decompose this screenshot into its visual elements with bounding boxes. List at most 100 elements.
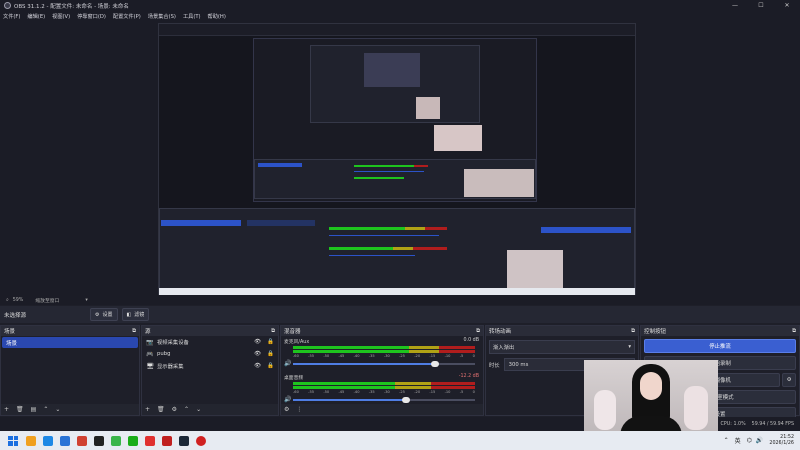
virtual-camera-settings-icon[interactable]: ⚙ [782,373,796,387]
lock-icon[interactable]: 🔒 [267,339,274,345]
lock-icon[interactable]: 🔒 [267,363,274,369]
gamepad-icon: 🎮 [146,350,154,358]
app-icon[interactable] [145,435,155,446]
edge-icon[interactable] [43,435,53,446]
preview-status: ⌕ 59% 缩放至窗口 ▾ [0,295,800,305]
menu-tools[interactable]: 工具(T) [183,13,201,20]
channel-name: 桌面音频 [284,376,304,381]
scenes-dock: 场景 ⧉ 场景 + 🗑 ▤ ⌃ ⌄ [0,325,140,416]
undock-icon[interactable]: ⧉ [132,328,136,335]
camera-icon: 📷 [146,338,154,346]
transition-select[interactable]: 渐入渐出 ▾ [489,340,635,354]
mixer-title: 混音器 [284,329,301,335]
volume-meter [293,346,475,349]
source-properties-icon[interactable]: ⚙ [172,406,177,413]
volume-meter [293,350,475,353]
volume-slider[interactable] [293,361,475,367]
channel-db: 0.0 dB [463,338,480,343]
move-up-icon[interactable]: ⌃ [43,406,48,413]
mixer-menu-icon[interactable]: ⋮ [296,406,302,413]
source-toolbar: 未选择源 ⚙ 设置 ◧ 滤镜 [0,306,800,323]
source-item-camera[interactable]: 📷 视频采集设备 👁 🔒 [142,336,278,348]
windows-taskbar: ⌃ 英 ⌬ 🔊 21:52 2026/1/26 [0,431,800,450]
advanced-audio-icon[interactable]: ⚙ [284,406,289,413]
preview-screen-capture [158,23,636,298]
start-icon[interactable] [8,435,18,446]
sources-title: 源 [145,329,151,335]
menu-docks[interactable]: 停靠窗口(D) [77,13,106,20]
app-icon[interactable] [94,435,104,446]
undock-icon[interactable]: ⧉ [792,328,796,335]
zoom-icon[interactable]: ⌕ [6,297,9,303]
fps-readout: 59.94 / 59.94 FPS [751,421,794,427]
move-down-icon[interactable]: ⌄ [196,406,201,413]
chevron-down-icon: ▾ [628,344,631,350]
volume-slider[interactable] [293,397,475,403]
properties-button[interactable]: ⚙ 设置 [90,308,118,321]
file-explorer-icon[interactable] [26,435,36,446]
scene-filters-icon[interactable]: ▤ [31,406,37,413]
channel-db: -12.2 dB [458,374,479,379]
menu-edit[interactable]: 编辑(E) [27,13,45,20]
speaker-icon[interactable]: 🔊 [284,396,291,403]
meter-scale: -60 -55 -50 -45 -40 -35 -30 -25 -20 -15 -10 -5 0 [293,354,475,358]
preview-canvas[interactable] [0,21,800,298]
eye-icon[interactable]: 👁 [254,339,261,345]
menu-file[interactable]: 文件(F) [3,13,20,20]
undock-icon[interactable]: ⧉ [476,328,480,335]
scene-item[interactable]: 场景 [2,337,138,348]
menu-help[interactable]: 帮助(H) [208,13,226,20]
sources-dock: 源 ⧉ 📷 视频采集设备 👁 🔒 🎮 pubg 👁 🔒 🖥 显示器采集 👁 🔒 + 🗑 … [141,325,279,416]
obs-logo-icon [4,2,11,9]
title-bar: OBS 31.1.2 - 配置文件: 未命名 - 场景: 未命名 — ☐ ✕ [0,0,800,11]
store-icon[interactable] [60,435,70,446]
volume-meter [293,386,475,389]
controls-title: 控制按钮 [644,329,667,335]
speaker-icon[interactable]: 🔊 [284,360,291,367]
eye-icon[interactable]: 👁 [254,363,261,369]
maximize-button[interactable]: ☐ [748,0,774,11]
netease-music-icon[interactable] [162,435,172,446]
volume-icon[interactable]: 🔊 [756,437,763,444]
filters-button[interactable]: ◧ 滤镜 [121,308,150,321]
menu-profile[interactable]: 配置文件(P) [113,13,141,20]
ime-indicator[interactable]: 英 [735,436,741,445]
lock-icon[interactable]: 🔒 [267,351,274,357]
source-item-pubg[interactable]: 🎮 pubg 👁 🔒 [142,348,278,360]
menu-scene-collection[interactable]: 场景集合(S) [148,13,176,20]
close-button[interactable]: ✕ [774,0,800,11]
meter-scale: -60 -55 -50 -45 -40 -35 -30 -25 -20 -15 -10 -5 0 [293,390,475,394]
minimize-button[interactable]: — [722,0,748,11]
window-title: OBS 31.1.2 - 配置文件: 未命名 - 场景: 未命名 [14,3,129,10]
transitions-title: 转场动画 [489,329,512,335]
network-icon[interactable]: ⌬ [747,437,752,444]
monitor-icon: 🖥 [146,362,154,370]
cpu-usage: CPU: 1.0% [720,421,746,427]
clock[interactable]: 21:52 2026/1/26 [769,435,794,447]
undock-icon[interactable]: ⧉ [631,328,635,335]
app-icon[interactable] [111,435,121,446]
add-source-icon[interactable]: + [145,406,150,413]
menu-view[interactable]: 视图(V) [52,13,70,20]
stop-streaming-button[interactable]: 停止推流 [644,339,796,353]
steam-icon[interactable] [179,435,189,446]
add-scene-icon[interactable]: + [4,406,9,413]
scenes-title: 场景 [4,329,16,335]
menu-bar: 文件(F) 编辑(E) 视图(V) 停靠窗口(D) 配置文件(P) 场景集合(S… [0,11,800,21]
eye-icon[interactable]: 👁 [254,351,261,357]
source-item-display[interactable]: 🖥 显示器采集 👁 🔒 [142,360,278,372]
move-up-icon[interactable]: ⌃ [184,406,189,413]
zoom-mode[interactable]: 缩放至窗口 [35,297,59,304]
zoom-level[interactable]: 59% [13,298,24,303]
remove-scene-icon[interactable]: 🗑 [16,406,24,413]
obs-icon[interactable] [196,435,206,446]
move-down-icon[interactable]: ⌄ [55,406,60,413]
app-icon[interactable] [77,435,87,446]
duration-label: 时长 [489,362,500,369]
tray-chevron-icon[interactable]: ⌃ [724,437,729,444]
preview-dropdown-icon[interactable]: ▾ [85,298,87,303]
remove-source-icon[interactable]: 🗑 [157,406,165,413]
volume-meter [293,382,475,385]
undock-icon[interactable]: ⧉ [271,328,275,335]
wechat-icon[interactable] [128,435,138,446]
